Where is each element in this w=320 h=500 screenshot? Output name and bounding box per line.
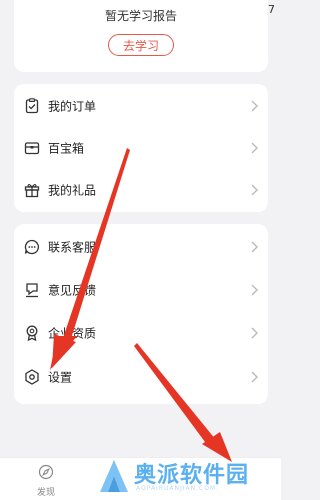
feedback-icon <box>26 283 38 298</box>
menu-item-label: 我的订单 <box>48 99 97 114</box>
chevron-right-icon <box>251 327 258 339</box>
menu-item-label: 意见反馈 <box>48 283 97 298</box>
menu-item-label: 百宝箱 <box>48 141 85 156</box>
compass-icon <box>38 464 54 480</box>
menu-group-support: 联系客服 意见反馈 企业资质 设置 <box>14 224 268 404</box>
chevron-right-icon <box>251 142 258 154</box>
order-icon <box>25 98 39 114</box>
menu-item-enterprise-qualification[interactable]: 企业资质 <box>14 311 268 355</box>
settings-icon <box>25 369 39 385</box>
chevron-right-icon <box>251 184 258 196</box>
chevron-right-icon <box>251 284 258 296</box>
tab-label: 发现 <box>36 488 55 498</box>
menu-item-customer-service[interactable]: 联系客服 <box>14 225 268 269</box>
menu-item-feedback[interactable]: 意见反馈 <box>14 268 268 312</box>
chevron-right-icon <box>251 241 258 253</box>
gift-icon <box>24 183 40 198</box>
menu-item-my-gifts[interactable]: 我的礼品 <box>14 168 268 212</box>
menu-item-label: 企业资质 <box>48 326 97 341</box>
watermark: 奥派软件园 AOPAIRUANJIAN.COM <box>94 456 274 498</box>
chevron-right-icon <box>251 100 258 112</box>
chevron-right-icon <box>251 371 258 383</box>
menu-item-label: 设置 <box>48 370 73 385</box>
menu-item-settings[interactable]: 设置 <box>14 355 268 399</box>
learning-report-card: 暂无学习报告 去学习 <box>14 0 268 72</box>
certificate-icon <box>26 325 38 341</box>
go-study-button[interactable]: 去学习 <box>108 34 174 56</box>
menu-group-orders: 我的订单 百宝箱 我的礼品 <box>14 84 268 212</box>
tab-discover[interactable]: 发现 <box>24 464 68 498</box>
menu-item-label: 我的礼品 <box>48 183 97 198</box>
watermark-subtext: AOPAIRUANJIAN.COM <box>136 485 217 492</box>
menu-item-my-orders[interactable]: 我的订单 <box>14 84 268 128</box>
treasure-box-icon <box>24 142 40 155</box>
customer-service-icon <box>24 239 40 255</box>
menu-item-treasure-box[interactable]: 百宝箱 <box>14 126 268 170</box>
menu-item-label: 联系客服 <box>48 240 97 255</box>
no-report-text: 暂无学习报告 <box>104 9 177 23</box>
watermark-logo <box>100 460 128 492</box>
